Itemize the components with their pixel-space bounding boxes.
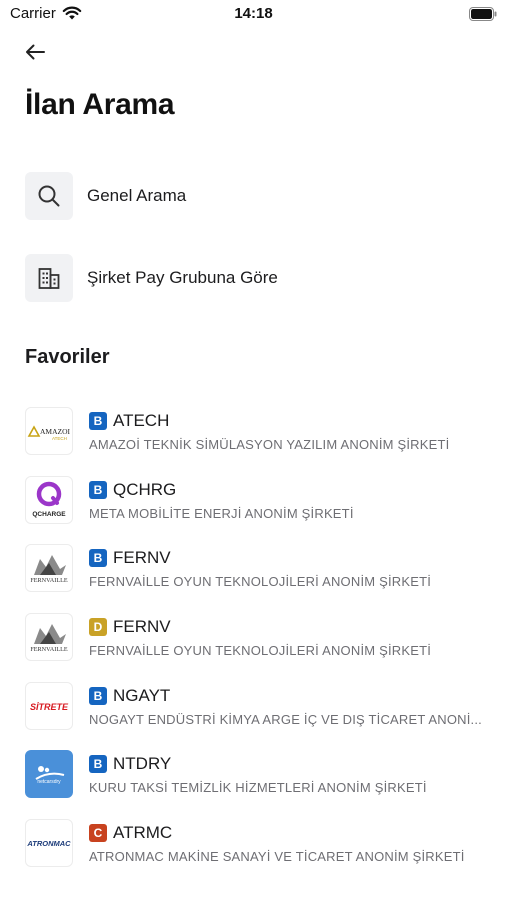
qcharge-logo: QCHARGE [25, 475, 73, 524]
favorites-title: Favoriler [25, 346, 110, 368]
qcharge-logo-text: QCHARGE [32, 511, 66, 518]
sitrete-logo-text: SİTRETE [30, 702, 69, 712]
stock-code: FERNV [113, 548, 171, 568]
stock-code: QCHRG [113, 479, 177, 499]
favorite-item[interactable]: netcarsdry B NTDRY KURU TAKSİ TEMİZLİK H… [25, 741, 495, 810]
atronmac-logo: ATRONMAC [25, 819, 73, 868]
share-group-badge: B [89, 549, 107, 568]
share-group-badge: B [89, 686, 107, 705]
share-group-icon-box [25, 254, 73, 302]
company-name: NOGAYT ENDÜSTRİ KİMYA ARGE İÇ VE DIŞ TİC… [89, 711, 482, 727]
favorite-item[interactable]: SİTRETE B NGAYT NOGAYT ENDÜSTRİ KİMYA AR… [25, 673, 495, 742]
favorite-item[interactable]: ATRONMAC C ATRMC ATRONMAC MAKİNE SANAYİ … [25, 810, 495, 879]
sitrete-logo: SİTRETE [25, 681, 73, 730]
share-group-search-option[interactable]: Şirket Pay Grubuna Göre [25, 254, 485, 302]
clock: 14:18 [234, 5, 273, 22]
share-group-label: Şirket Pay Grubuna Göre [87, 268, 278, 287]
amazoi-logo-text: AMAZOI [40, 427, 70, 436]
back-button[interactable] [24, 38, 56, 66]
fernvaille-logo: FERNVAILLE [25, 613, 73, 662]
company-name: FERNVAİLLE OYUN TEKNOLOJİLERİ ANONİM ŞİR… [89, 643, 432, 659]
amazoi-logo: AMAZOI ATECH [25, 407, 73, 455]
company-name: ATRONMAC MAKİNE SANAYİ VE TİCARET ANONİM… [89, 849, 465, 865]
fernvaille-logo-text: FERNVAILLE [30, 646, 68, 653]
company-name: AMAZOİ TEKNİK SİMÜLASYON YAZILIM ANONİM … [89, 437, 450, 452]
general-search-label: Genel Arama [87, 186, 187, 205]
fernvaille-logo-text: FERNVAILLE [30, 577, 68, 584]
amazoi-logo-subtext: ATECH [52, 436, 67, 441]
favorites-list: AMAZOI ATECH B ATECH AMAZOİ TEKNİK SİMÜL… [25, 398, 495, 879]
building-icon [38, 268, 60, 289]
favorite-item[interactable]: QCHARGE B QCHRG META MOBİLİTE ENERJİ ANO… [25, 467, 495, 536]
favorite-item[interactable]: FERNVAILLE D FERNV FERNVAİLLE OYUN TEKNO… [25, 604, 495, 673]
battery-icon [469, 7, 497, 21]
share-group-badge: B [89, 755, 107, 774]
search-icon [38, 185, 60, 207]
company-name: KURU TAKSİ TEMİZLİK HİZMETLERİ ANONİM Şİ… [89, 780, 427, 796]
status-bar: Carrier 14:18 [0, 0, 507, 30]
general-search-icon-box [25, 172, 73, 220]
fernvaille-logo: FERNVAILLE [25, 544, 73, 593]
atronmac-logo-text: ATRONMAC [26, 839, 71, 848]
stock-code: ATECH [113, 411, 170, 430]
share-group-badge: B [89, 480, 107, 499]
stock-code: FERNV [113, 617, 171, 637]
company-name: META MOBİLİTE ENERJİ ANONİM ŞİRKETİ [89, 505, 354, 521]
favorite-item[interactable]: AMAZOI ATECH B ATECH AMAZOİ TEKNİK SİMÜL… [25, 398, 495, 467]
company-name: FERNVAİLLE OYUN TEKNOLOJİLERİ ANONİM ŞİR… [89, 574, 432, 590]
back-arrow-icon [26, 44, 45, 60]
stock-code: NTDRY [113, 754, 172, 774]
netdry-logo: netcarsdry [25, 750, 73, 799]
share-group-badge: D [89, 618, 107, 637]
page-title: İlan Arama [25, 88, 175, 121]
share-group-badge: B [89, 412, 107, 430]
favorite-item[interactable]: FERNVAILLE B FERNV FERNVAİLLE OYUN TEKNO… [25, 535, 495, 604]
stock-code: ATRMC [113, 823, 173, 843]
share-group-badge: C [89, 824, 107, 843]
general-search-option[interactable]: Genel Arama [25, 172, 485, 220]
stock-code: NGAYT [113, 685, 171, 705]
netdry-logo-text: netcarsdry [37, 779, 61, 785]
